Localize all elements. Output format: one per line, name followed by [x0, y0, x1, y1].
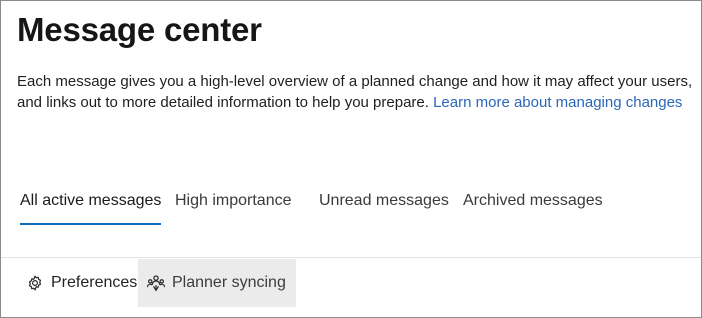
page-description: Each message gives you a high-level over…: [17, 71, 693, 113]
gear-icon: [25, 273, 45, 293]
preferences-label: Preferences: [51, 274, 138, 291]
tab-archived-messages[interactable]: Archived messages: [463, 187, 603, 225]
planner-sync-icon: [146, 273, 166, 293]
page-title: Message center: [17, 11, 262, 48]
toolbar-divider: [1, 257, 701, 258]
planner-syncing-label: Planner syncing: [172, 274, 286, 291]
planner-syncing-button[interactable]: Planner syncing: [138, 259, 296, 307]
tab-unread-messages[interactable]: Unread messages: [319, 187, 449, 225]
message-center-panel: Message center Each message gives you a …: [0, 0, 702, 318]
learn-more-link[interactable]: Learn more about managing changes: [433, 94, 682, 111]
tab-all-active-messages[interactable]: All active messages: [20, 187, 162, 225]
tab-high-importance[interactable]: High importance: [175, 187, 292, 225]
preferences-button[interactable]: Preferences: [17, 259, 143, 307]
